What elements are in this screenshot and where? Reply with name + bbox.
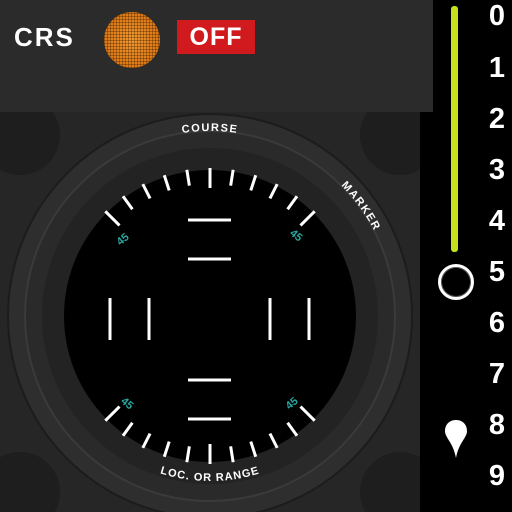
scale-number-7: 7: [488, 358, 506, 390]
scale-number-4: 4: [488, 205, 506, 237]
screw-top-right: [360, 112, 420, 175]
off-button[interactable]: OFF: [177, 20, 255, 54]
scale-number-9: 9: [488, 460, 506, 492]
crs-indicator-lamp: [104, 12, 160, 68]
slider-knob[interactable]: [438, 264, 474, 300]
course-label: COURSE: [181, 122, 239, 136]
scale-number-8: 8: [488, 409, 506, 441]
scale-number-0: 0: [488, 0, 506, 32]
screw-bottom-right: [360, 452, 420, 512]
map-pin-icon: [445, 420, 467, 458]
scale-number-1: 1: [488, 52, 506, 84]
scale-number-6: 6: [488, 307, 506, 339]
crs-header: CRS OFF: [0, 0, 433, 112]
scale-number-3: 3: [488, 154, 506, 186]
course-indicator: COURSE MARKER LOC. OR RANGE 45 45 45 45: [0, 112, 420, 512]
screw-top-left: [0, 112, 60, 175]
scale-number-5: 5: [488, 256, 506, 288]
scale-number-2: 2: [488, 103, 506, 135]
screw-bottom-left: [0, 452, 60, 512]
level-bar: [451, 6, 458, 252]
crs-label: CRS: [14, 22, 75, 52]
